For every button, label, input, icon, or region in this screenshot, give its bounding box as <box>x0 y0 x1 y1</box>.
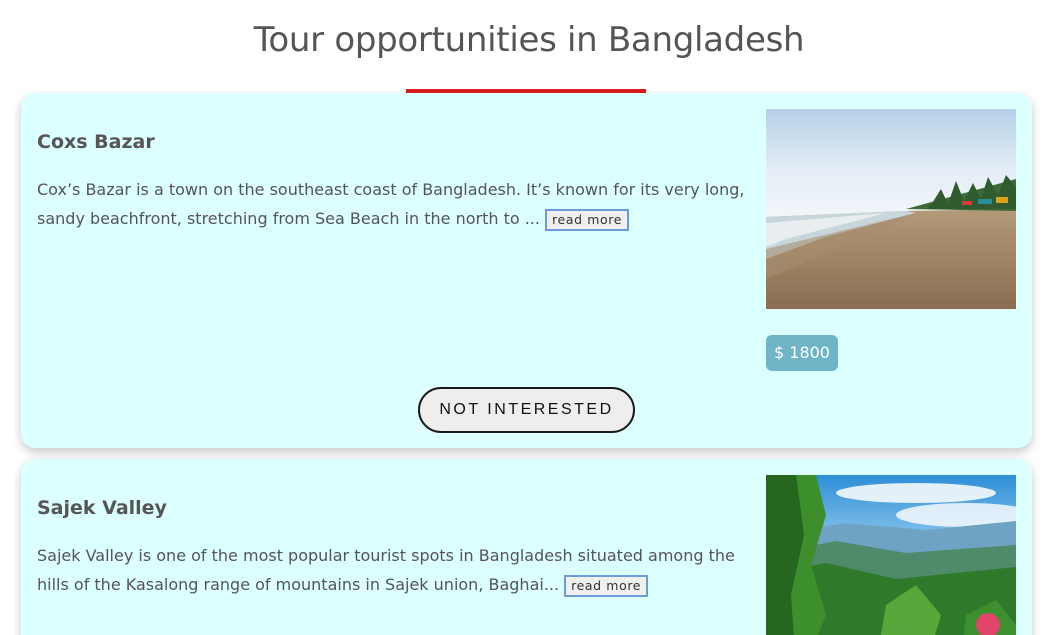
tour-image-valley <box>766 475 1016 635</box>
tour-description: Sajek Valley is one of the most popular … <box>37 541 767 599</box>
tour-card: Sajek Valley Sajek Valley is one of the … <box>21 459 1032 635</box>
read-more-button[interactable]: read more <box>545 209 629 231</box>
tour-name: Sajek Valley <box>37 497 167 519</box>
tour-name: Coxs Bazar <box>37 131 155 153</box>
tour-description: Cox’s Bazar is a town on the southeast c… <box>37 175 767 233</box>
page-title: Tour opportunities in Bangladesh <box>253 20 805 60</box>
tour-card: Coxs Bazar Cox’s Bazar is a town on the … <box>21 93 1032 448</box>
not-interested-button[interactable]: NOT INTERESTED <box>418 387 635 433</box>
tour-description-text: Cox’s Bazar is a town on the southeast c… <box>37 180 745 228</box>
tour-image-beach <box>766 109 1016 309</box>
read-more-button[interactable]: read more <box>564 575 649 597</box>
price-badge: $ 1800 <box>766 335 838 371</box>
